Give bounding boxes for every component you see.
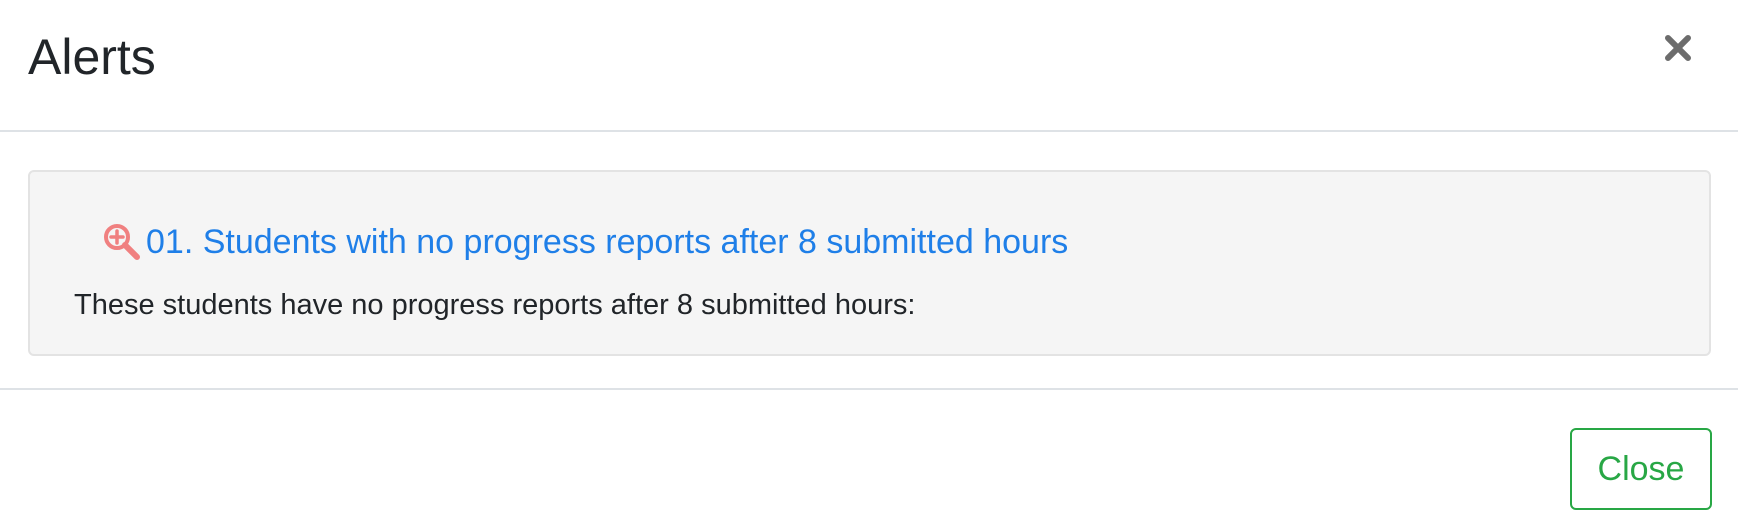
modal-footer: Close (0, 390, 1738, 528)
modal-title: Alerts (28, 29, 156, 85)
alert-panel: 01. Students with no progress reports af… (28, 170, 1711, 356)
alerts-modal: Alerts 01. Students with no progress rep… (0, 0, 1738, 528)
zoom-in-icon (102, 222, 142, 262)
close-button[interactable]: Close (1570, 428, 1712, 510)
modal-body: 01. Students with no progress reports af… (0, 132, 1738, 390)
alert-link-text: 01. Students with no progress reports af… (146, 223, 1069, 261)
close-icon[interactable] (1656, 26, 1700, 70)
alert-description: These students have no progress reports … (74, 289, 916, 321)
modal-header: Alerts (0, 0, 1738, 132)
alert-link[interactable]: 01. Students with no progress reports af… (102, 220, 1068, 264)
